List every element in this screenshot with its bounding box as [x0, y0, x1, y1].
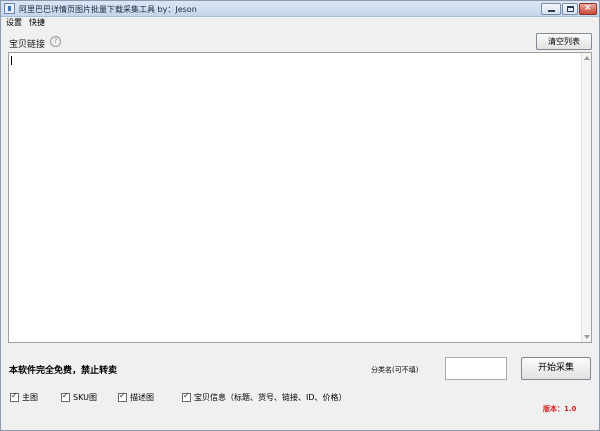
check-icon: ✓ — [119, 391, 126, 400]
menu-bar: 设置 快捷 — [1, 17, 599, 29]
maximize-icon — [567, 6, 574, 12]
scroll-down-icon[interactable] — [584, 335, 590, 339]
text-caret — [11, 56, 12, 65]
checkbox-box[interactable]: ✓ — [10, 391, 19, 402]
maximize-button[interactable] — [562, 3, 578, 15]
clear-list-button[interactable]: 清空列表 — [536, 33, 592, 50]
window-title: 阿里巴巴详情页图片批量下载采集工具 by：Jeson — [19, 5, 197, 14]
check-icon: ✓ — [183, 391, 190, 400]
menu-shortcuts[interactable]: 快捷 — [29, 17, 45, 28]
start-collect-button[interactable]: 开始采集 — [521, 357, 591, 380]
title-bar[interactable]: 阿里巴巴详情页图片批量下载采集工具 by：Jeson × — [1, 1, 599, 17]
minimize-icon — [548, 10, 555, 12]
checkbox-label: SKU图 — [73, 393, 97, 402]
app-icon — [4, 3, 15, 14]
checkbox-label: 主图 — [22, 393, 38, 402]
vertical-scrollbar[interactable] — [581, 53, 591, 342]
check-icon: ✓ — [62, 391, 69, 400]
category-name-label: 分类名(可不填) — [371, 366, 419, 374]
menu-settings[interactable]: 设置 — [6, 17, 22, 28]
version-label: 版本：1.0 — [543, 405, 577, 413]
checkbox-label: 宝贝信息（标题、货号、链接、ID、价格） — [194, 393, 347, 402]
check-icon: ✓ — [11, 391, 18, 400]
checkbox-box[interactable]: ✓ — [182, 391, 191, 402]
minimize-button[interactable] — [541, 3, 561, 15]
close-button[interactable]: × — [579, 3, 597, 15]
free-software-notice: 本软件完全免费，禁止转卖 — [9, 366, 118, 376]
close-icon: × — [584, 3, 592, 13]
product-link-label: 宝贝链接 — [9, 40, 46, 50]
checkbox-label: 描述图 — [130, 393, 154, 402]
scroll-up-icon[interactable] — [584, 56, 590, 60]
product-links-textarea[interactable] — [8, 52, 592, 343]
checkbox-box[interactable]: ✓ — [61, 391, 70, 402]
app-window: 阿里巴巴详情页图片批量下载采集工具 by：Jeson × 设置 快捷 宝贝链接 … — [0, 0, 600, 431]
help-icon[interactable]: ? — [50, 36, 61, 47]
checkbox-box[interactable]: ✓ — [118, 391, 127, 402]
category-name-input[interactable] — [445, 357, 507, 380]
